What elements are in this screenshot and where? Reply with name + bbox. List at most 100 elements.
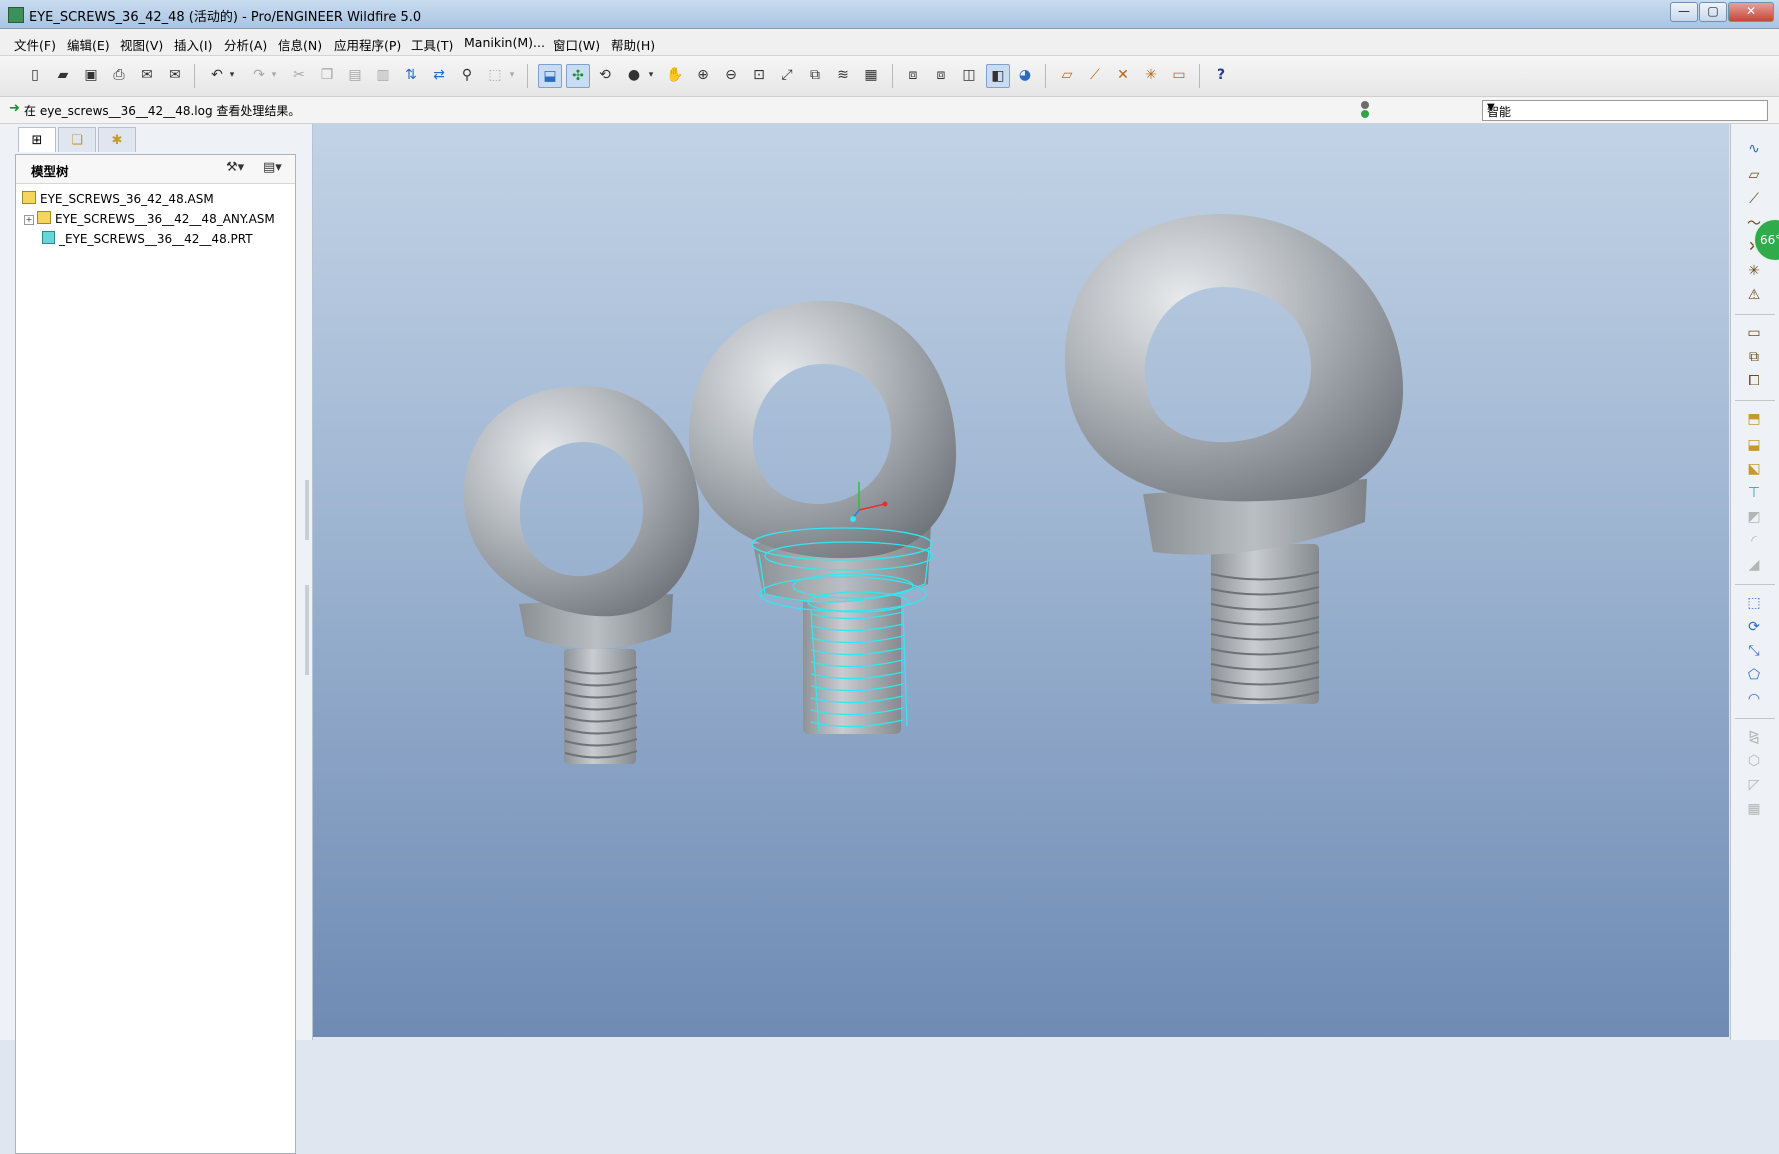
zoom-out-icon[interactable]: ⊖ [720,64,742,86]
close-button[interactable]: ✕ [1728,2,1774,22]
toolbar-separator [1735,584,1775,585]
context-help-icon[interactable]: ? [1210,64,1232,86]
expand-icon[interactable]: + [24,215,34,225]
copy-icon[interactable]: ❐ [316,64,338,86]
navigator-panel: ⊞ ❏ ✱ 模型树 ⚒▾ ▤▾ EYE_SCREWS_36_42_48.ASM … [0,124,313,1154]
menu-file[interactable]: 文件(F) [14,35,56,54]
new-icon[interactable]: ▯ [24,64,46,86]
folder-browser-tab[interactable]: ❏ [58,127,96,152]
saved-views-icon[interactable]: ⧉ [804,64,826,86]
tree-settings-icon[interactable]: ⚒▾ [226,160,244,175]
menu-applications[interactable]: 应用程序(P) [334,35,401,54]
annotation-element-icon[interactable]: ⧉ [1743,346,1765,368]
redo-icon[interactable]: ↷ [248,64,270,86]
spin-center-icon[interactable]: ✣ [566,64,590,88]
graphics-viewport[interactable] [313,124,1729,1037]
menu-view[interactable]: 视图(V) [120,35,163,54]
favorites-tab[interactable]: ✱ [98,127,136,152]
minimize-button[interactable]: — [1670,2,1698,22]
menu-info[interactable]: 信息(N) [278,35,322,54]
annotation-feature-icon[interactable]: ▭ [1743,322,1765,344]
eye-screw-large[interactable] [1064,213,1404,704]
package-component-icon[interactable]: ⬕ [1743,458,1765,480]
model-tree-tab[interactable]: ⊞ [18,127,56,152]
create-component-icon[interactable]: ⬓ [1743,434,1765,456]
sweep-icon[interactable]: ⤡ [1743,640,1765,662]
menu-insert[interactable]: 插入(I) [174,35,212,54]
show-menu-icon[interactable]: ▤▾ [263,160,282,175]
orient-mode-icon[interactable]: ⟲ [594,64,616,86]
coord-systems-icon[interactable]: ✳ [1140,64,1162,86]
sketch-icon[interactable]: ∿ [1743,138,1765,160]
maximize-button[interactable]: ▢ [1699,2,1727,22]
blend-icon[interactable]: ⬠ [1743,664,1765,686]
boundary-blend-icon[interactable]: ◠ [1743,688,1765,710]
select-dropdown-icon[interactable]: ▾ [506,64,518,86]
print-icon[interactable]: ⎙ [108,64,130,86]
layers-icon[interactable]: ≋ [832,64,854,86]
extrude-icon[interactable]: ⬚ [1743,592,1765,614]
regen-manager-icon[interactable]: ⇄ [428,64,450,86]
assemble-component-icon[interactable]: ⬒ [1743,408,1765,430]
merge-icon[interactable]: ⬡ [1743,750,1765,772]
no-hidden-icon[interactable]: ◫ [958,64,980,86]
coord-system-icon[interactable]: ✳ [1743,260,1765,282]
datum-axis-icon[interactable]: ⟋ [1743,188,1765,210]
pattern-icon[interactable]: ▦ [1743,798,1765,820]
eye-screw-medium[interactable] [688,300,957,734]
chamfer-icon[interactable]: ◢ [1743,554,1765,576]
undo-dropdown-icon[interactable]: ▾ [226,64,238,86]
panel-splitter-handle[interactable] [305,585,309,675]
open-icon[interactable]: ▰ [52,64,74,86]
find-icon[interactable]: ⚲ [456,64,478,86]
appearance-icon[interactable]: ● [623,64,645,86]
hole-icon[interactable]: ⊤ [1743,482,1765,504]
annotation-edit-icon[interactable]: ⧠ [1743,370,1765,392]
revolve-icon[interactable]: ⟳ [1743,616,1765,638]
menu-window[interactable]: 窗口(W) [553,35,600,54]
tree-item-part[interactable]: _EYE_SCREWS__36__42__48.PRT [42,231,253,250]
datum-plane-icon[interactable]: ▱ [1743,164,1765,186]
view-manager-icon[interactable]: ▦ [860,64,882,86]
menu-help[interactable]: 帮助(H) [611,35,655,54]
menu-edit[interactable]: 编辑(E) [67,35,110,54]
wireframe-icon[interactable]: ⧈ [902,64,924,86]
tree-item-root[interactable]: EYE_SCREWS_36_42_48.ASM [22,191,214,210]
undo-icon[interactable]: ↶ [206,64,228,86]
regenerate-icon[interactable]: ⇅ [400,64,422,86]
menu-tools[interactable]: 工具(T) [411,35,453,54]
paste-icon[interactable]: ▤ [344,64,366,86]
tree-item-subassembly[interactable]: + EYE_SCREWS__36__42__48_ANY.ASM [24,211,275,230]
menu-analysis[interactable]: 分析(A) [224,35,267,54]
eye-screw-small[interactable] [463,386,700,764]
cut-icon[interactable]: ✂ [288,64,310,86]
reorient-icon[interactable]: ⤢ [776,64,798,86]
trim-icon[interactable]: ◸ [1743,774,1765,796]
save-icon[interactable]: ▣ [80,64,102,86]
enhanced-realism-icon[interactable]: ◕ [1014,64,1036,86]
refit-icon[interactable]: ⊡ [748,64,770,86]
paste-special-icon[interactable]: ▥ [372,64,394,86]
tree-item-label: EYE_SCREWS_36_42_48.ASM [40,192,214,206]
redo-dropdown-icon[interactable]: ▾ [268,64,280,86]
hidden-line-icon[interactable]: ⧈ [930,64,952,86]
mirror-icon[interactable]: ⧎ [1743,726,1765,748]
appearance-dropdown-icon[interactable]: ▾ [645,64,657,86]
zoom-in-icon[interactable]: ⊕ [692,64,714,86]
select-box-icon[interactable]: ⬚ [484,64,506,86]
email-icon[interactable]: ✉ [136,64,158,86]
annotations-icon[interactable]: ▭ [1168,64,1190,86]
pan-icon[interactable]: ✋ [664,64,686,86]
datum-planes-icon[interactable]: ▱ [1056,64,1078,86]
shading-icon[interactable]: ◧ [986,64,1010,88]
email-link-icon[interactable]: ✉ [164,64,186,86]
datum-axes-icon[interactable]: ⟋ [1084,64,1106,86]
menu-manikin[interactable]: Manikin(M)... [464,35,545,50]
panel-splitter-handle[interactable] [305,480,309,540]
cut-feature-icon[interactable]: ◩ [1743,506,1765,528]
selection-filter[interactable]: 智能 ▼ [1482,100,1768,121]
analysis-feature-icon[interactable]: ⚠ [1743,284,1765,306]
repaint-icon[interactable]: ⬓ [538,64,562,88]
datum-points-icon[interactable]: ✕ [1112,64,1134,86]
round-icon[interactable]: ◜ [1743,530,1765,552]
